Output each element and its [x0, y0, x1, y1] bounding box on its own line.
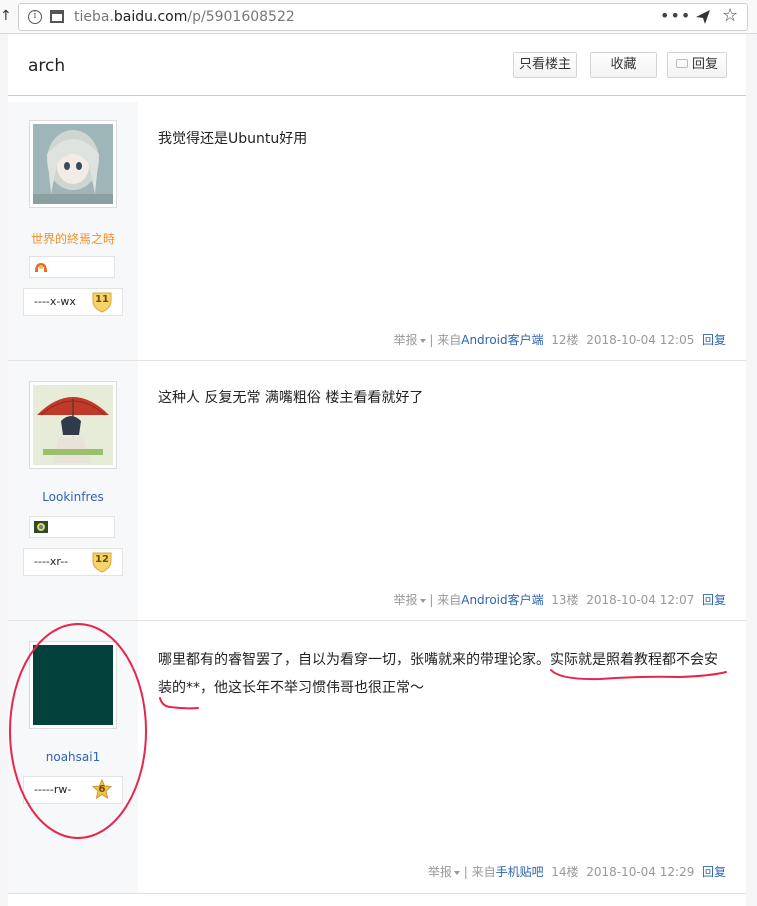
address-bar[interactable]: i tieba.baidu.com/p/5901608522 ••• ☆: [18, 3, 748, 31]
dropdown-caret-icon: [419, 598, 426, 603]
post-content: 哪里都有的睿智罢了，自以为看穿一切，张嘴就来的带理论家。实际就是照着教程都不会安…: [158, 646, 733, 702]
comment-icon: [675, 59, 688, 68]
post-floor-13: Lookinfres ----xr-- 12 这种人 反复无常 满嘴粗俗 楼主看…: [8, 361, 746, 621]
reply-link[interactable]: 回复: [702, 865, 726, 879]
thread-header: arch 只看楼主 收藏 回复: [8, 34, 746, 96]
favorite-button[interactable]: 收藏: [590, 52, 657, 78]
floor-number: 12楼: [551, 333, 579, 347]
username[interactable]: noahsai1: [8, 750, 138, 764]
post-content: 这种人 反复无常 满嘴粗俗 楼主看看就好了: [158, 390, 424, 406]
source-link[interactable]: Android客户端: [461, 593, 543, 607]
send-tab-icon[interactable]: [695, 9, 711, 25]
level-badge[interactable]: -----rw- 6: [23, 776, 123, 804]
username[interactable]: Lookinfres: [8, 490, 138, 504]
post-content-line-1: 哪里都有的睿智罢了，自以为看穿一切，张嘴就来的带理论家。实际就是照着教程都不会安: [158, 652, 718, 668]
source-link[interactable]: 手机贴吧: [496, 865, 544, 879]
author-sidebar: 世界的終焉之時 ----x-wx 11: [8, 102, 138, 360]
thread-title: arch: [28, 56, 66, 76]
level-star-icon: 6: [91, 778, 113, 801]
reply-link[interactable]: 回复: [702, 593, 726, 607]
bookmark-star-icon[interactable]: ☆: [722, 5, 738, 26]
level-number: 12: [95, 554, 109, 565]
post-content-line-2: 装的**，他这长年不举习惯伟哥也很正常～: [158, 680, 424, 696]
report-link[interactable]: 举报: [394, 593, 426, 607]
reply-link[interactable]: 回复: [702, 333, 726, 347]
reply-button[interactable]: 回复: [667, 52, 727, 78]
avatar[interactable]: [29, 641, 117, 729]
avatar[interactable]: [29, 381, 117, 469]
author-sidebar: Lookinfres ----xr-- 12: [8, 361, 138, 620]
level-title: -----rw-: [34, 783, 72, 796]
source-link[interactable]: Android客户端: [461, 333, 543, 347]
report-link[interactable]: 举报: [428, 865, 460, 879]
author-sidebar: noahsai1 -----rw- 6: [8, 621, 138, 893]
info-icon[interactable]: i: [28, 10, 42, 24]
level-shield-icon: 11: [92, 291, 112, 313]
post-content: 我觉得还是Ubuntu好用: [158, 131, 308, 147]
thread-page: arch 只看楼主 收藏 回复 世界的終焉之時 ----x-wx 11 我觉得还…: [8, 34, 746, 906]
post-floor-12: 世界的終焉之時 ----x-wx 11 我觉得还是Ubuntu好用 举报 | 来…: [8, 102, 746, 361]
floor-number: 14楼: [551, 865, 579, 879]
avatar-solid-image: [33, 645, 113, 725]
level-shield-icon: 12: [92, 551, 112, 573]
page-actions-icon[interactable]: •••: [660, 6, 691, 25]
post-floor-14: noahsai1 -----rw- 6 哪里都有的睿智罢了，自以为看穿一切，张嘴…: [8, 621, 746, 894]
post-meta: 举报 | 来自Android客户端 12楼 2018-10-04 12:05 回…: [393, 333, 726, 347]
level-number: 6: [98, 784, 106, 795]
source-prefix: 来自: [437, 333, 462, 347]
avatar-anime-girl-image: [33, 124, 113, 204]
url-text[interactable]: tieba.baidu.com/p/5901608522: [74, 9, 295, 25]
member-badge[interactable]: [29, 256, 115, 278]
post-time: 2018-10-04 12:07: [586, 593, 695, 607]
avatar-umbrella-girl-image: [33, 385, 113, 465]
dropdown-caret-icon: [419, 338, 426, 343]
reader-view-icon[interactable]: [50, 10, 64, 23]
post-time: 2018-10-04 12:05: [586, 333, 695, 347]
report-link[interactable]: 举报: [394, 333, 426, 347]
source-prefix: 来自: [437, 593, 462, 607]
reply-button-label: 回复: [691, 57, 718, 72]
post-time: 2018-10-04 12:29: [586, 865, 695, 879]
level-badge[interactable]: ----x-wx 11: [23, 288, 123, 316]
level-number: 11: [95, 294, 109, 305]
username[interactable]: 世界的終焉之時: [8, 230, 138, 247]
level-badge[interactable]: ----xr-- 12: [23, 548, 123, 576]
avatar[interactable]: [29, 120, 117, 208]
member-badge-icon: [35, 263, 47, 272]
source-prefix: 来自: [471, 865, 496, 879]
level-title: ----xr--: [34, 555, 69, 568]
back-arrow-icon[interactable]: ↑: [0, 8, 12, 24]
level-title: ----x-wx: [34, 295, 76, 308]
post-meta: 举报 | 来自Android客户端 13楼 2018-10-04 12:07 回…: [393, 593, 726, 607]
dropdown-caret-icon: [453, 870, 460, 875]
member-badge[interactable]: [29, 516, 115, 538]
member-badge-icon: [34, 521, 48, 533]
only-op-button[interactable]: 只看楼主: [513, 52, 577, 78]
post-meta: 举报 | 来自手机贴吧 14楼 2018-10-04 12:29 回复: [427, 865, 726, 879]
browser-toolbar: ↑ i tieba.baidu.com/p/5901608522 ••• ☆: [0, 0, 757, 34]
floor-number: 13楼: [551, 593, 579, 607]
